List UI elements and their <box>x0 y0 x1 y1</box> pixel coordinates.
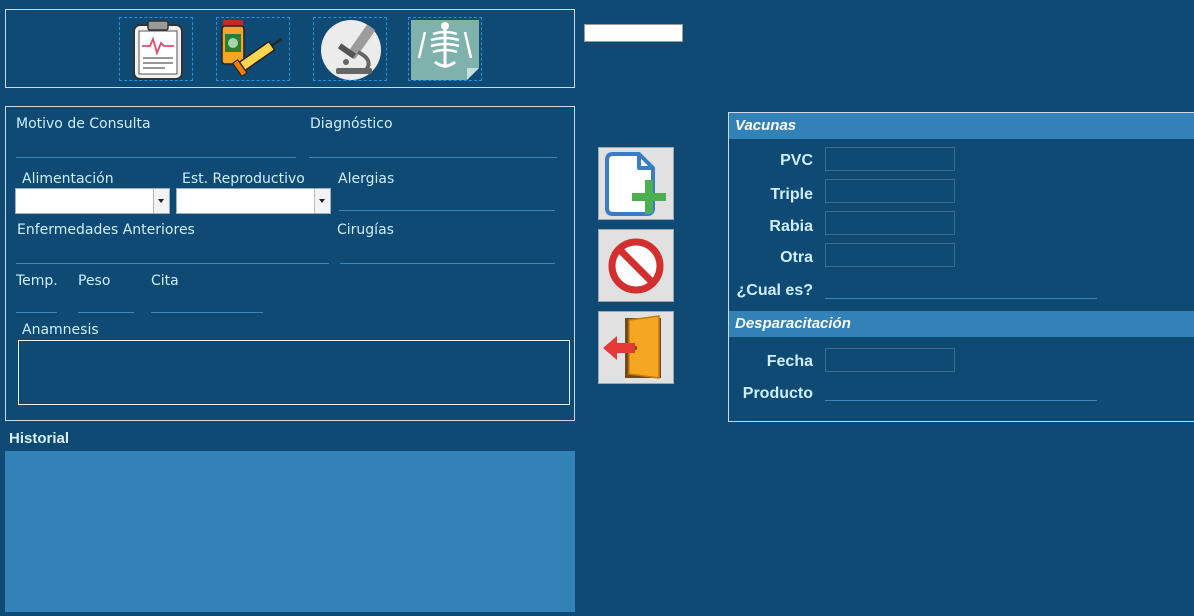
vaccine-button[interactable] <box>216 17 290 81</box>
chevron-down-icon[interactable] <box>153 189 169 213</box>
pvc-input[interactable] <box>825 147 955 171</box>
microscope-icon <box>321 20 381 80</box>
cual-label: ¿Cual es? <box>736 282 813 299</box>
xray-icon <box>411 20 479 80</box>
cita-label: Cita <box>151 273 179 289</box>
exit-button[interactable] <box>598 311 674 384</box>
vacunas-header: Vacunas <box>729 113 1194 139</box>
desparacitacion-header: Desparacitación <box>729 311 1194 337</box>
add-document-icon <box>605 152 666 216</box>
chevron-down-icon[interactable] <box>314 189 330 213</box>
cirugias-input[interactable] <box>340 263 555 264</box>
motivo-input[interactable] <box>16 157 296 158</box>
cual-input[interactable] <box>825 298 1097 299</box>
producto-input[interactable] <box>825 400 1097 401</box>
producto-label: Producto <box>742 385 813 402</box>
fecha-label: Fecha <box>766 353 813 370</box>
otra-label: Otra <box>780 249 813 266</box>
otra-input[interactable] <box>825 243 955 267</box>
clipboard-icon <box>133 20 183 80</box>
new-record-button[interactable] <box>598 147 674 220</box>
alimentacion-label: Alimentación <box>22 171 114 187</box>
cirugias-label: Cirugías <box>337 222 394 238</box>
est-reproductivo-label: Est. Reproductivo <box>182 171 305 187</box>
alimentacion-select[interactable] <box>15 188 170 214</box>
peso-label: Peso <box>78 273 111 289</box>
diagnostico-input[interactable] <box>309 157 557 158</box>
alergias-input[interactable] <box>339 210 555 211</box>
toolbar-panel <box>5 9 575 88</box>
cita-input[interactable] <box>151 312 263 313</box>
historial-panel[interactable] <box>5 451 575 612</box>
motivo-label: Motivo de Consulta <box>16 116 151 132</box>
cancel-icon <box>608 238 664 294</box>
small-input[interactable] <box>584 24 683 42</box>
alergias-label: Alergias <box>338 171 395 187</box>
historial-label: Historial <box>9 430 70 447</box>
anamnesis-textarea[interactable] <box>18 340 570 405</box>
anamnesis-label: Anamnesis <box>22 322 99 338</box>
exit-door-icon <box>603 315 661 379</box>
enfermedades-input[interactable] <box>16 263 329 264</box>
cancel-button[interactable] <box>598 229 674 302</box>
vaccine-icon <box>221 20 283 78</box>
fecha-input[interactable] <box>825 348 955 372</box>
rabia-input[interactable] <box>825 211 955 235</box>
lab-button[interactable] <box>313 17 387 81</box>
diagnostico-label: Diagnóstico <box>310 116 393 132</box>
triple-label: Triple <box>770 186 813 203</box>
triple-input[interactable] <box>825 179 955 203</box>
pvc-label: PVC <box>780 152 813 169</box>
est-reproductivo-select[interactable] <box>176 188 331 214</box>
rabia-label: Rabia <box>769 218 813 235</box>
enfermedades-label: Enfermedades Anteriores <box>17 222 195 238</box>
peso-input[interactable] <box>78 312 134 313</box>
temp-input[interactable] <box>16 312 57 313</box>
temp-label: Temp. <box>16 273 58 289</box>
clinical-record-button[interactable] <box>119 17 193 81</box>
xray-button[interactable] <box>408 17 482 81</box>
